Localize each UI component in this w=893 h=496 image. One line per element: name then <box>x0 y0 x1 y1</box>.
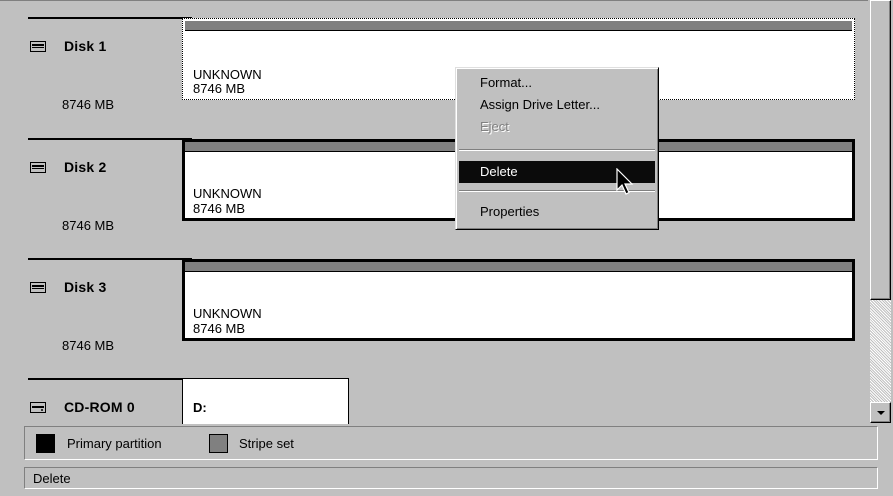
mouse-pointer-icon <box>616 168 634 195</box>
disk-size: 8746 MB <box>62 338 115 353</box>
partition-type: UNKNOWN <box>193 306 262 321</box>
disk-separator <box>28 378 192 380</box>
menu-separator <box>459 149 655 151</box>
partition-size: 8746 MB <box>193 321 246 336</box>
partition-type: UNKNOWN <box>193 186 262 201</box>
disk-3-partition[interactable]: UNKNOWN 8746 MB <box>182 259 855 341</box>
menu-item-eject: Eject <box>459 116 655 138</box>
disk-separator <box>28 17 192 19</box>
cdrom-volume[interactable]: D: <box>182 378 349 424</box>
menu-item-properties[interactable]: Properties <box>459 201 655 223</box>
menu-item-label: Delete <box>480 164 518 179</box>
disk-name: Disk 2 <box>64 159 107 175</box>
primary-partition-swatch <box>36 434 55 453</box>
partition-size: 8746 MB <box>193 81 246 96</box>
disk-size: 8746 MB <box>62 97 115 112</box>
menu-item-format[interactable]: Format... <box>459 72 655 94</box>
scroll-down-button[interactable] <box>870 402 891 423</box>
disk-view: Disk 1 8746 MB UNKNOWN 8746 MB Disk 2 87… <box>0 0 868 424</box>
disk-size: 8746 MB <box>62 218 115 233</box>
cdrom-name: CD-ROM 0 <box>64 399 135 415</box>
stripe-set-swatch <box>209 434 228 453</box>
hard-disk-icon <box>30 162 46 173</box>
partition-type: UNKNOWN <box>193 67 262 82</box>
legend-stripe-label: Stripe set <box>239 436 294 451</box>
top-border <box>0 0 868 1</box>
disk-2-label[interactable]: Disk 2 8746 MB <box>22 138 192 253</box>
menu-item-label: Properties <box>480 204 540 219</box>
hard-disk-icon <box>30 41 46 52</box>
legend: Primary partition Stripe set <box>24 426 878 460</box>
partition-size: 8746 MB <box>193 201 246 216</box>
scroll-thumb[interactable] <box>870 0 891 300</box>
disk-name: Disk 3 <box>64 279 107 295</box>
vertical-scrollbar[interactable] <box>868 0 893 424</box>
cdrom-drive-letter: D: <box>193 400 207 415</box>
disk-1-label[interactable]: Disk 1 8746 MB <box>22 17 192 132</box>
cdrom-label[interactable]: CD-ROM 0 <box>22 378 192 424</box>
disk-name: Disk 1 <box>64 38 107 54</box>
hard-disk-icon <box>30 282 46 293</box>
menu-item-label: Eject <box>480 119 509 134</box>
disk-separator <box>28 258 192 260</box>
context-menu: Format... Assign Drive Letter... Eject D… <box>455 67 659 230</box>
partition-color-bar <box>185 21 852 31</box>
menu-item-label: Format... <box>480 75 533 90</box>
menu-item-label: Assign Drive Letter... <box>480 97 600 112</box>
status-text: Delete <box>33 471 71 486</box>
menu-item-assign-drive-letter[interactable]: Assign Drive Letter... <box>459 94 655 116</box>
disk-separator <box>28 138 192 140</box>
cdrom-icon <box>30 402 46 413</box>
legend-primary-label: Primary partition <box>67 436 162 451</box>
status-bar: Delete <box>24 467 878 489</box>
disk-3-label[interactable]: Disk 3 8746 MB <box>22 258 192 373</box>
partition-color-bar <box>185 262 852 272</box>
